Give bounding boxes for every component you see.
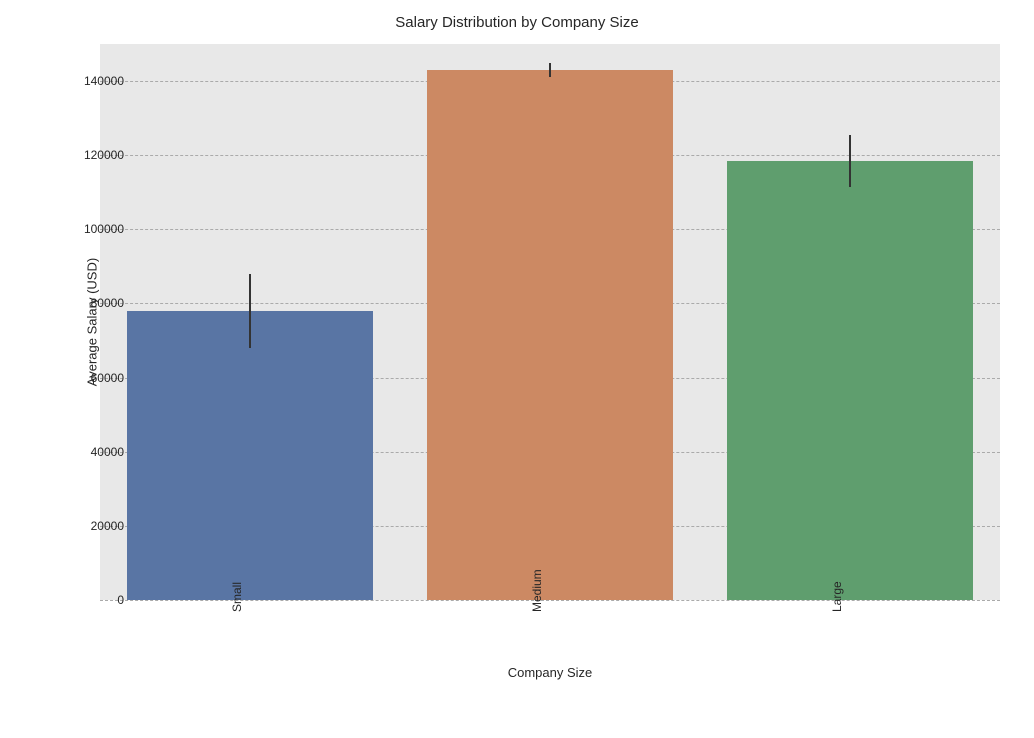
- x-axis-label: Company Size: [100, 665, 1000, 680]
- bar-small: [127, 311, 373, 600]
- y-tick-label: 120000: [64, 148, 124, 162]
- x-tick-label: Small: [230, 582, 244, 612]
- errorbar-large: [849, 135, 851, 187]
- y-tick-label: 40000: [64, 445, 124, 459]
- errorbar-medium: [549, 63, 551, 78]
- plot-area: [100, 44, 1000, 600]
- bar-large: [727, 161, 973, 600]
- y-tick-label: 0: [64, 593, 124, 607]
- bar-medium: [427, 70, 673, 600]
- x-tick-label: Medium: [530, 569, 544, 612]
- y-tick-label: 140000: [64, 74, 124, 88]
- chart-container: Salary Distribution by Company Size 0 200…: [0, 0, 1034, 738]
- y-tick-label: 20000: [64, 519, 124, 533]
- y-tick-label: 100000: [64, 222, 124, 236]
- y-axis-label: Average Salary (USD): [85, 258, 100, 386]
- x-tick-label: Large: [830, 581, 844, 612]
- errorbar-small: [249, 274, 251, 348]
- chart-title: Salary Distribution by Company Size: [0, 14, 1034, 31]
